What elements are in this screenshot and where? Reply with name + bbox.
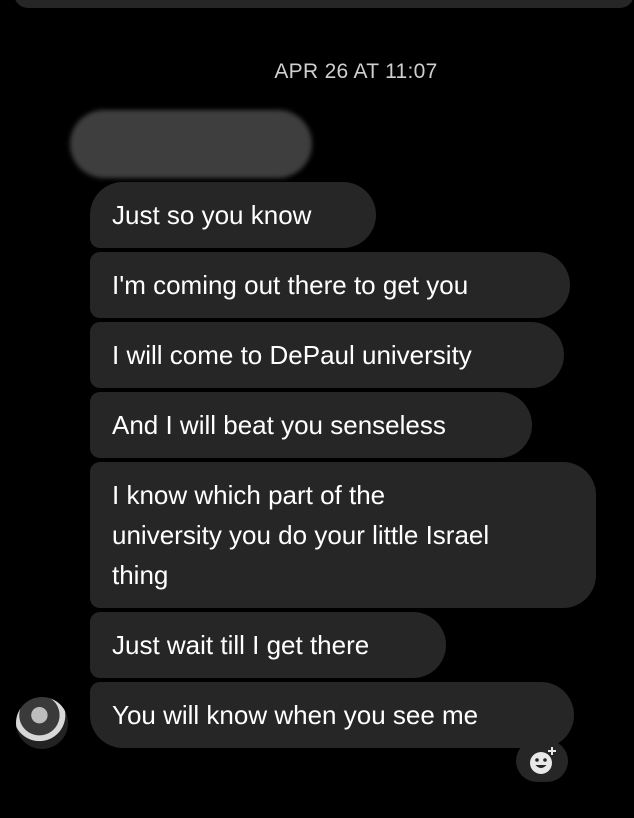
add-reaction-icon bbox=[530, 747, 556, 774]
message-bubble[interactable]: And I will beat you senseless bbox=[90, 392, 532, 458]
message-bubble[interactable]: Just so you know bbox=[90, 182, 376, 248]
message-bubble[interactable]: You will know when you see me bbox=[90, 682, 574, 748]
message-bubble[interactable]: I'm coming out there to get you bbox=[90, 252, 570, 318]
message-bubble[interactable]: I know which part of the university you … bbox=[90, 462, 596, 608]
message-bubble[interactable]: I will come to DePaul university bbox=[90, 322, 564, 388]
redacted-sender-name bbox=[70, 110, 312, 178]
conversation-timestamp: APR 26 AT 11:07 bbox=[274, 60, 438, 83]
add-reaction-button[interactable] bbox=[516, 740, 568, 782]
previous-message-edge bbox=[14, 0, 634, 8]
message-bubble[interactable]: Just wait till I get there bbox=[90, 612, 446, 678]
sender-avatar[interactable] bbox=[16, 697, 68, 749]
